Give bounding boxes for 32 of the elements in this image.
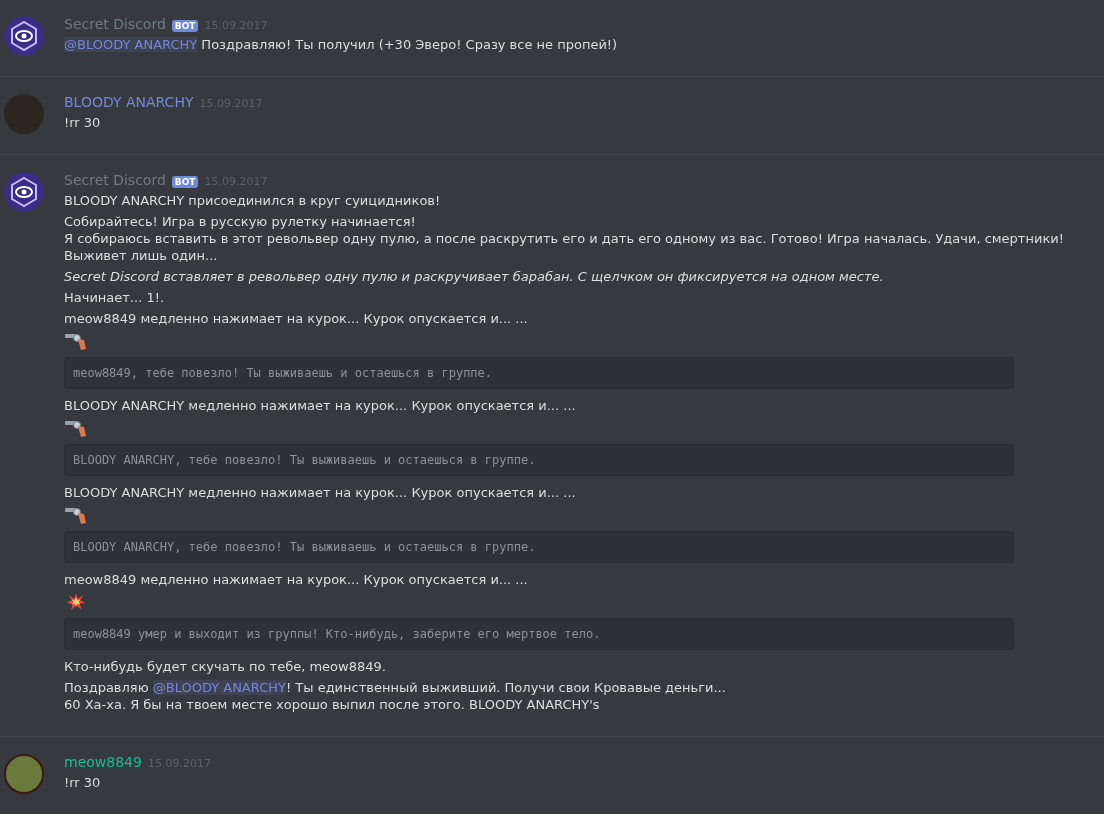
message-text: meow8849 медленно нажимает на курок... Курок опускается и... ... [64,571,529,588]
message-text: Кто-нибудь будет скучать по тебе, meow8849. [64,658,387,675]
username[interactable]: BLOODY ANARCHY [64,94,194,110]
code-block: meow8849 умер и выходит из группы! Кто-нибудь, заберите его мертвое тело. [64,618,1014,650]
bot-tag: BOT [171,20,199,32]
username[interactable]: Secret Discord [64,172,166,188]
message-text: meow8849 медленно нажимает на курок... Курок опускается и... ... [64,310,529,327]
bot-tag: BOT [171,176,199,188]
pistol-icon [64,331,88,351]
explosion-icon [64,592,88,612]
message-text: Собирайтесь! Игра в русскую рулетку начинается! Я собираюсь вставить в этот револьвер одну пулю, а после раскрутить его и дать его одному из вас. Готово! Игра началась. Удачи, смертники! Выживет лишь один... [64,213,1065,264]
message-text: Secret Discord вставляет в револьвер одну пулю и раскручивает барабан. С щелчком он фиксируется на одном месте. [64,268,885,285]
username[interactable]: meow8849 [64,754,142,770]
message-text: BLOODY ANARCHY медленно нажимает на курок... Курок опускается и... ... [64,397,577,414]
code-block: BLOODY ANARCHY, тебе повезло! Ты выживаешь и остаешься в группе. [64,444,1014,476]
pistol-icon [64,418,88,438]
username[interactable]: Secret Discord [64,16,166,32]
message-text: BLOODY ANARCHY медленно нажимает на курок... Курок опускается и... ... [64,484,577,501]
bot-avatar[interactable] [4,172,44,212]
code-block: BLOODY ANARCHY, тебе повезло! Ты выживаешь и остаешься в группе. [64,531,1014,563]
bot-avatar[interactable] [4,16,44,56]
message-text: Поздравляю @BLOODY ANARCHY! Ты единственный выживший. Получи свои Кровавые деньги... 60 Ха-ха. Я бы на твоем месте хорошо выпил после этого. BLOODY ANARCHY's [64,679,727,713]
message-text: @BLOODY ANARCHY Поздравляю! Ты получил (+30 Эверо! Сразу все не пропей!) [64,36,619,53]
user-mention[interactable]: @BLOODY ANARCHY [152,680,286,695]
code-block: meow8849, тебе повезло! Ты выживаешь и остаешься в группе. [64,357,1014,389]
user-avatar[interactable] [4,754,44,794]
message-text: !rr 30 [64,114,102,131]
user-mention[interactable]: @BLOODY ANARCHY [64,37,198,52]
message-text: !rr 30 [64,774,102,791]
pistol-icon [64,505,88,525]
message-text: BLOODY ANARCHY присоединился в круг суицидников! [64,192,442,209]
message-text: Начинает... 1!. [64,289,166,306]
